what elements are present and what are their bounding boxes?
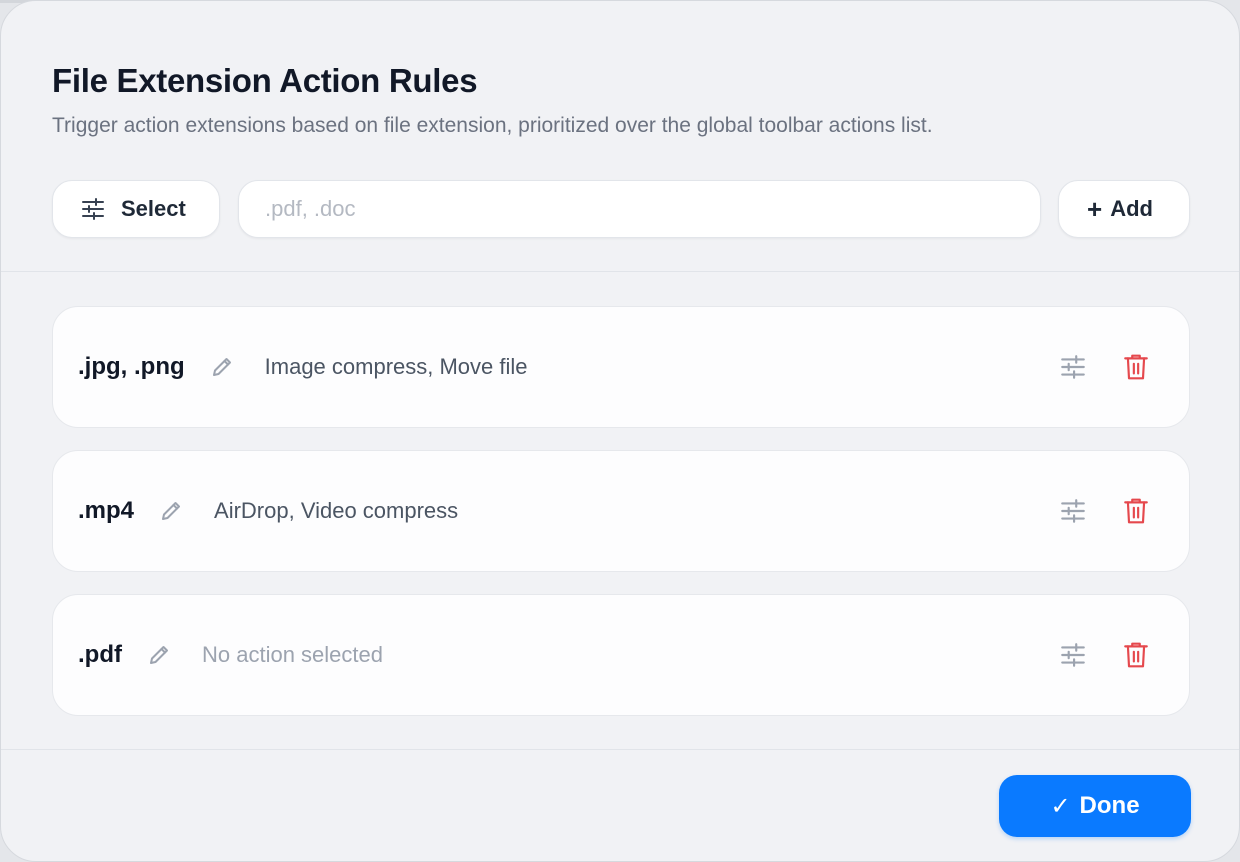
- trash-icon[interactable]: [1121, 640, 1151, 670]
- rule-actions: Image compress, Move file: [264, 354, 528, 379]
- rule-toolbar: Select + Add: [52, 180, 1190, 238]
- rule-list: .jpg, .png Image compress, Move file .mp…: [52, 306, 1190, 738]
- rule-extensions: .pdf: [78, 641, 122, 668]
- pencil-icon[interactable]: [146, 642, 172, 668]
- done-button[interactable]: ✓ Done: [999, 775, 1191, 837]
- dialog-header: File Extension Action Rules Trigger acti…: [52, 59, 1199, 141]
- rule-tools: [1058, 451, 1151, 571]
- dialog-subtitle: Trigger action extensions based on file …: [52, 114, 933, 137]
- done-button-label: Done: [1079, 792, 1140, 819]
- rule-extensions: .mp4: [78, 497, 135, 524]
- rule-row: .jpg, .png Image compress, Move file: [52, 306, 1190, 428]
- sliders-icon: [80, 196, 106, 222]
- trash-icon[interactable]: [1121, 352, 1151, 382]
- rule-row: .pdf No action selected: [52, 594, 1190, 716]
- add-button-label: Add: [1110, 196, 1153, 221]
- rule-actions: AirDrop, Video compress: [214, 498, 459, 523]
- trash-icon[interactable]: [1121, 496, 1151, 526]
- dialog-title: File Extension Action Rules: [52, 62, 478, 99]
- checkmark-icon: ✓: [1050, 792, 1071, 820]
- add-rule-button[interactable]: + Add: [1058, 180, 1190, 238]
- rule-tools: [1058, 595, 1151, 715]
- sliders-icon[interactable]: [1058, 352, 1088, 382]
- select-button-label: Select: [121, 196, 186, 221]
- rule-tools: [1058, 307, 1151, 427]
- rule-extensions: .jpg, .png: [78, 353, 185, 380]
- rule-actions-empty: No action selected: [201, 642, 383, 667]
- sliders-icon[interactable]: [1058, 496, 1088, 526]
- sliders-icon[interactable]: [1058, 640, 1088, 670]
- divider: [1, 749, 1239, 750]
- rule-row: .mp4 AirDrop, Video compress: [52, 450, 1190, 572]
- select-actions-button[interactable]: Select: [52, 180, 220, 238]
- plus-icon: +: [1087, 194, 1103, 224]
- pencil-icon[interactable]: [209, 354, 235, 380]
- extension-input[interactable]: [238, 180, 1041, 238]
- file-extension-rules-dialog: File Extension Action Rules Trigger acti…: [0, 0, 1240, 862]
- divider: [1, 271, 1239, 272]
- pencil-icon[interactable]: [158, 498, 184, 524]
